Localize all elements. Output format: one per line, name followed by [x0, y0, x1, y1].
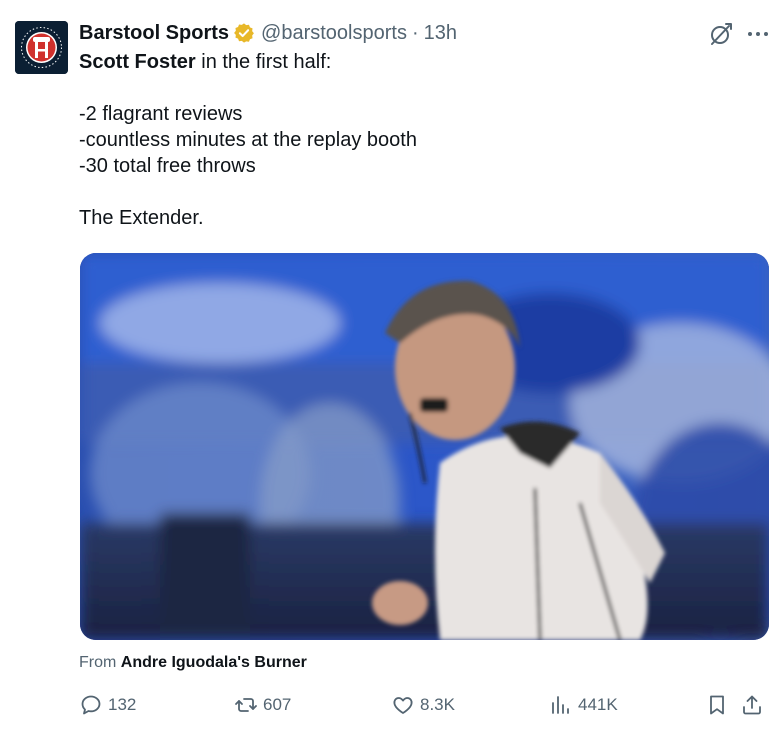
reply-count: 132 [108, 695, 137, 714]
share-button[interactable] [740, 690, 764, 720]
tweet-text-line-4: -30 total free throws [79, 155, 256, 177]
tweet-text-closing: The Extender. [79, 207, 204, 229]
reply-button[interactable]: 132 [79, 690, 136, 720]
bookmark-button[interactable] [705, 690, 729, 720]
mention-scott-foster: Scott Foster [79, 51, 196, 73]
display-name[interactable]: Barstool Sports [79, 20, 229, 46]
more-icon[interactable] [742, 20, 774, 48]
action-bar: 132 607 8.3K 441K [0, 690, 782, 720]
tweet-text-line-1-rest: in the first half: [195, 51, 332, 73]
tweet-header: Barstool Sports @barstoolsports · 13h [79, 20, 457, 46]
views-button[interactable]: 441K [549, 690, 618, 720]
views-icon [552, 696, 569, 714]
tweet-text-line-3: -countless minutes at the replay booth [79, 129, 417, 151]
avatar[interactable] [15, 21, 68, 74]
source-account-link[interactable]: Andre Iguodala's Burner [121, 654, 307, 671]
handle[interactable]: @barstoolsports [261, 20, 407, 46]
timestamp[interactable]: 13h [424, 20, 457, 46]
grok-icon[interactable] [707, 20, 735, 48]
source-prefix: From [79, 654, 121, 671]
retweet-count: 607 [263, 695, 292, 714]
retweet-icon [235, 698, 257, 712]
tweet-text-line-2: -2 flagrant reviews [79, 103, 243, 125]
retweet-button[interactable]: 607 [234, 690, 291, 720]
like-button[interactable]: 8.3K [391, 690, 455, 720]
video-source: From Andre Iguodala's Burner [79, 652, 307, 674]
tweet-text-line-1: Scott Foster in the first half: [79, 49, 759, 75]
video-thumbnail[interactable] [80, 253, 769, 640]
share-icon [743, 695, 761, 715]
views-count: 441K [578, 695, 618, 714]
tweet-card[interactable]: Barstool Sports @barstoolsports · 13h Sc… [0, 0, 782, 738]
heart-icon [393, 697, 413, 714]
like-count: 8.3K [420, 695, 455, 714]
verified-badge-icon[interactable] [233, 22, 255, 44]
bookmark-icon [710, 695, 724, 715]
reply-icon [81, 695, 101, 715]
tweet-text: Scott Foster in the first half: -2 flagr… [79, 49, 759, 231]
separator: · [411, 22, 419, 44]
